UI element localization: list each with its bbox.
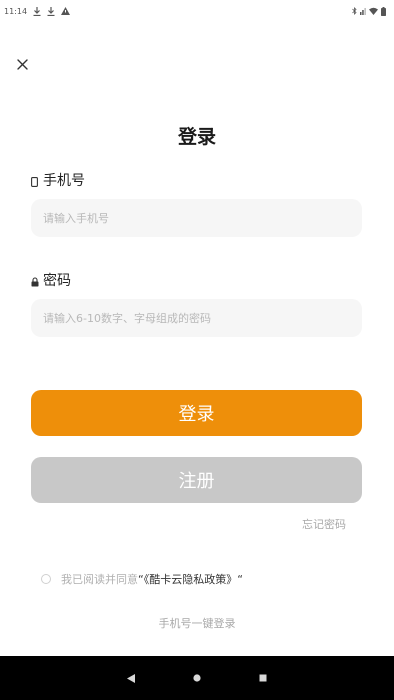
password-label: 密码 xyxy=(31,270,71,290)
agreement-text: 我已阅读并同意 xyxy=(61,573,138,586)
nav-back-button[interactable] xyxy=(124,671,138,685)
phone-field-box xyxy=(31,199,362,237)
phone-label-text: 手机号 xyxy=(43,173,85,189)
forgot-password-link[interactable]: 忘记密码 xyxy=(302,516,346,532)
back-icon xyxy=(127,673,135,683)
close-icon xyxy=(16,58,28,70)
agreement-checkbox[interactable] xyxy=(41,574,51,584)
status-time: 11:14 xyxy=(4,7,28,16)
status-left: 11:14 xyxy=(4,6,71,18)
password-input[interactable] xyxy=(43,311,350,325)
nav-home-button[interactable] xyxy=(190,671,204,685)
close-button[interactable] xyxy=(12,54,32,74)
login-button[interactable]: 登录 xyxy=(31,390,362,436)
wifi-icon xyxy=(369,7,378,17)
nav-recents-button[interactable] xyxy=(256,671,270,685)
phone-icon xyxy=(31,175,40,187)
bluetooth-icon xyxy=(352,7,357,17)
phone-input[interactable] xyxy=(43,211,350,225)
register-button[interactable]: 注册 xyxy=(31,457,362,503)
password-label-text: 密码 xyxy=(43,273,71,289)
battery-icon xyxy=(381,6,386,18)
one-click-login-link[interactable]: 手机号一键登录 xyxy=(0,615,394,631)
password-field-box xyxy=(31,299,362,337)
status-bar: 11:14 xyxy=(0,0,394,24)
home-icon xyxy=(193,674,201,682)
warning-icon xyxy=(61,7,71,17)
navigation-bar xyxy=(0,656,394,700)
recents-icon xyxy=(259,674,267,682)
agreement-row: 我已阅读并同意“《酷卡云隐私政策》“ xyxy=(41,571,243,587)
lock-icon xyxy=(31,275,40,287)
download-icon xyxy=(47,6,55,18)
privacy-policy-link[interactable]: “《酷卡云隐私政策》“ xyxy=(138,573,243,586)
phone-label: 手机号 xyxy=(31,170,85,190)
download-icon xyxy=(33,6,41,18)
status-right xyxy=(352,6,386,18)
page-title: 登录 xyxy=(177,126,216,148)
signal-icon xyxy=(360,7,366,17)
